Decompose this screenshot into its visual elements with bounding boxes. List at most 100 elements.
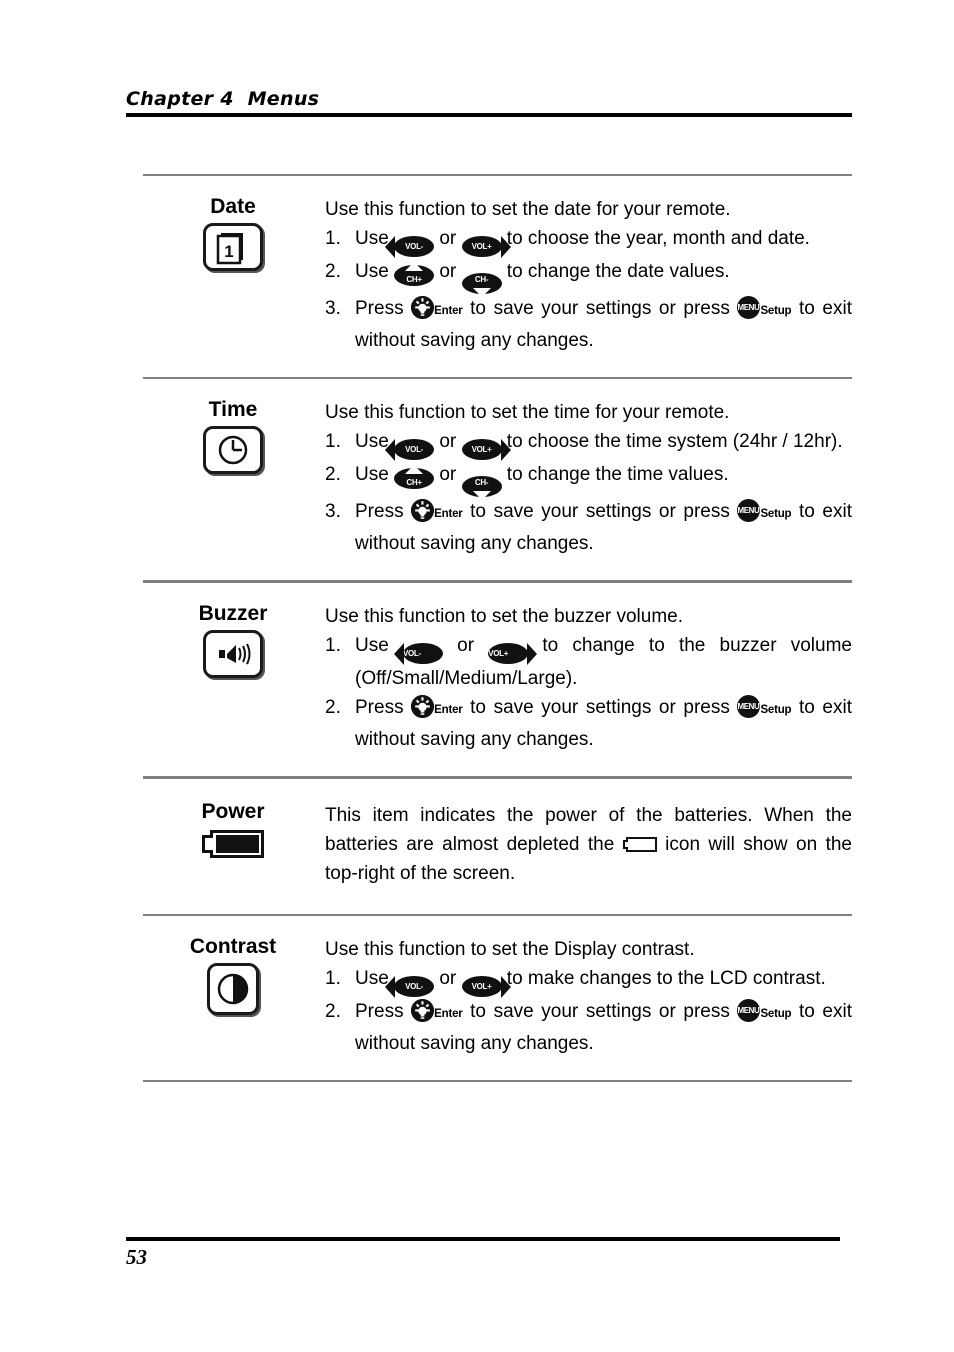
time-intro: Use this function to set the time for yo… <box>325 402 730 423</box>
vol-minus-key-icon: VOL- <box>394 439 435 460</box>
menu-item-date: Date 1 Use this function to set the date… <box>143 176 852 377</box>
enter-key-caption: Enter <box>434 704 463 716</box>
menu-item-contrast: Contrast Use this function to set the Di… <box>143 916 852 1080</box>
power-description: This item indicates the power of the bat… <box>323 801 852 888</box>
step-text: or <box>434 431 462 452</box>
step-text: to choose the time system (24hr / 12hr). <box>501 431 843 452</box>
vol-minus-key-icon: VOL- <box>402 643 443 664</box>
ch-plus-key-icon: CH+ <box>394 465 435 489</box>
speaker-icon <box>203 630 263 679</box>
date-icon-cell: Date 1 <box>143 195 323 272</box>
step-text: to save your settings or press <box>462 298 738 319</box>
step-text: or <box>434 261 462 282</box>
setup-key-caption: Setup <box>760 704 792 716</box>
contrast-description: Use this function to set the Display con… <box>323 936 852 1058</box>
step-text: or <box>442 635 489 656</box>
time-step-1: Use VOL- or VOL+ to choose the time syst… <box>325 427 852 460</box>
buzzer-icon-cell: Buzzer <box>143 602 323 679</box>
date-intro: Use this function to set the date for yo… <box>325 199 731 220</box>
contrast-step-1: Use VOL- or VOL+ to make changes to the … <box>325 964 852 997</box>
time-label: Time <box>208 398 258 421</box>
enter-key-icon <box>411 499 435 522</box>
step-text: to change the date values. <box>501 261 730 282</box>
page-footer: 53 <box>126 1237 840 1270</box>
power-label: Power <box>201 800 265 823</box>
step-text: or <box>434 464 462 485</box>
vol-minus-key-icon: VOL- <box>394 976 435 997</box>
setup-key-caption: Setup <box>760 1008 792 1020</box>
menu-key-icon: MENU <box>737 296 761 319</box>
footer-rule <box>126 1237 840 1241</box>
setup-key-caption: Setup <box>760 305 792 317</box>
vol-plus-key-icon: VOL+ <box>461 236 502 257</box>
step-text: to save your settings or press <box>462 501 738 522</box>
step-text: Press <box>355 298 412 319</box>
vol-plus-key-icon: VOL+ <box>488 643 529 664</box>
time-step-2: Use CH+ or CH- to change the time values… <box>325 460 852 500</box>
clock-icon <box>203 426 263 475</box>
buzzer-description: Use this function to set the buzzer volu… <box>323 603 852 754</box>
page-number: 53 <box>126 1245 147 1269</box>
enter-key-icon <box>411 695 435 718</box>
date-step-1: Use VOL- or VOL+ to choose the year, mon… <box>325 224 852 257</box>
step-text: to change the time values. <box>501 464 729 485</box>
power-paragraph: This item indicates the power of the bat… <box>325 801 852 888</box>
battery-empty-icon <box>622 832 657 852</box>
battery-full-icon <box>200 829 266 859</box>
menu-item-time: Time Use this function to set the time f… <box>143 379 852 580</box>
ch-minus-key-icon: CH- <box>461 476 502 500</box>
contrast-step-2: Press Enter to save your settings or pre… <box>325 997 852 1058</box>
setup-key-caption: Setup <box>760 508 792 520</box>
contrast-icon <box>207 963 259 1016</box>
buzzer-intro: Use this function to set the buzzer volu… <box>325 606 684 627</box>
buzzer-steps: Use VOL- or VOL+ to change to the buzzer… <box>325 631 852 754</box>
menu-key-icon: MENU <box>737 695 761 718</box>
step-text: Press <box>355 1001 412 1022</box>
menu-items-table: Date 1 Use this function to set the date… <box>143 174 852 1082</box>
enter-key-caption: Enter <box>434 305 463 317</box>
vol-plus-key-icon: VOL+ <box>461 976 502 997</box>
vol-minus-key-icon: VOL- <box>394 236 435 257</box>
contrast-label: Contrast <box>189 935 277 958</box>
contrast-intro: Use this function to set the Display con… <box>325 939 695 960</box>
date-label: Date <box>210 195 256 218</box>
time-step-3: Press Enter to save your settings or pre… <box>325 497 852 558</box>
ch-plus-key-icon: CH+ <box>394 262 435 286</box>
date-description: Use this function to set the date for yo… <box>323 196 852 355</box>
step-text: to save your settings or press <box>462 1001 738 1022</box>
date-step-2: Use CH+ or CH- to change the date values… <box>325 257 852 297</box>
step-text: to make changes to the LCD contrast. <box>501 968 826 989</box>
menu-key-icon: MENU <box>737 499 761 522</box>
step-text: Press <box>355 697 412 718</box>
time-icon-cell: Time <box>143 398 323 475</box>
menu-key-icon: MENU <box>737 999 761 1022</box>
enter-key-caption: Enter <box>434 508 463 520</box>
vol-plus-key-icon: VOL+ <box>461 439 502 460</box>
enter-key-icon <box>411 999 435 1022</box>
contrast-steps: Use VOL- or VOL+ to make changes to the … <box>325 964 852 1058</box>
time-description: Use this function to set the time for yo… <box>323 399 852 558</box>
time-steps: Use VOL- or VOL+ to choose the time syst… <box>325 427 852 558</box>
separator-bottom <box>143 1080 852 1082</box>
enter-key-caption: Enter <box>434 1008 463 1020</box>
menu-item-power: Power This item indicates the power of t… <box>143 779 852 914</box>
step-text: Press <box>355 501 412 522</box>
buzzer-step-1: Use VOL- or VOL+ to change to the buzzer… <box>325 631 852 693</box>
date-steps: Use VOL- or VOL+ to choose the year, mon… <box>325 224 852 355</box>
enter-key-icon <box>411 296 435 319</box>
step-text: to save your settings or press <box>462 697 738 718</box>
step-text: to choose the year, month and date. <box>501 228 810 249</box>
svg-text:1: 1 <box>224 242 233 261</box>
step-text: Use <box>355 261 395 282</box>
header-rule <box>126 113 852 117</box>
date-step-3: Press Enter to save your settings or pre… <box>325 294 852 355</box>
step-text: or <box>434 228 462 249</box>
chapter-title: Chapter 4 Menus <box>126 88 320 110</box>
buzzer-label: Buzzer <box>198 602 268 625</box>
menu-item-buzzer: Buzzer Use this function to set the buzz… <box>143 583 852 776</box>
buzzer-step-2: Press Enter to save your settings or pre… <box>325 693 852 754</box>
step-text: or <box>434 968 462 989</box>
calendar-icon: 1 <box>203 223 263 272</box>
power-icon-cell: Power <box>143 800 323 859</box>
manual-page: Chapter 4 Menus Date 1 Use this function… <box>0 0 954 1352</box>
